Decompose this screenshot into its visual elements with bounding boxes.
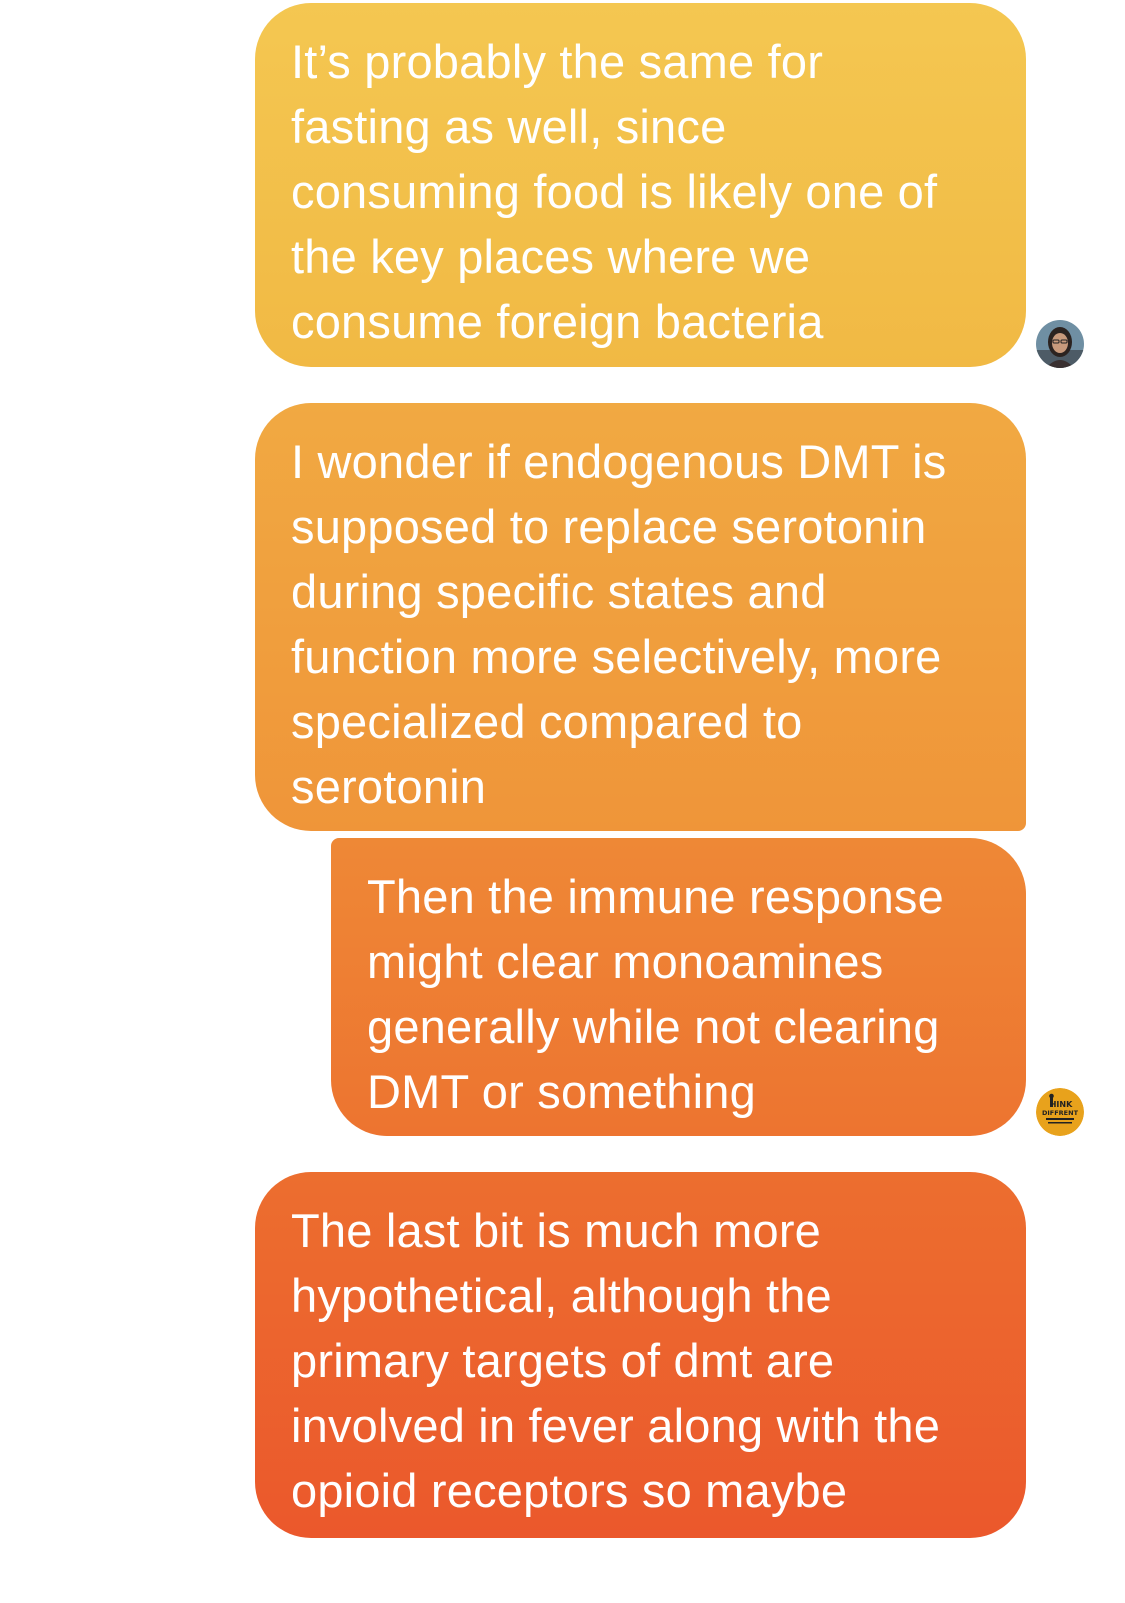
svg-text:DIFFRENT: DIFFRENT <box>1042 1109 1079 1117</box>
message-bubble[interactable]: It’s probably the same for fasting as we… <box>255 3 1026 367</box>
message-bubble[interactable]: The last bit is much more hypothetical, … <box>255 1172 1026 1538</box>
message-thread: It’s probably the same for fasting as we… <box>0 0 1125 1603</box>
svg-text:HINK: HINK <box>1050 1100 1073 1109</box>
user-avatar[interactable] <box>1036 320 1084 368</box>
think-different-logo-icon: HINK DIFFRENT <box>1036 1088 1084 1136</box>
user-avatar[interactable]: HINK DIFFRENT <box>1036 1088 1084 1136</box>
message-bubble[interactable]: I wonder if endogenous DMT is supposed t… <box>255 403 1026 831</box>
message-bubble[interactable]: Then the immune response might clear mon… <box>331 838 1026 1136</box>
person-photo-icon <box>1036 320 1084 368</box>
